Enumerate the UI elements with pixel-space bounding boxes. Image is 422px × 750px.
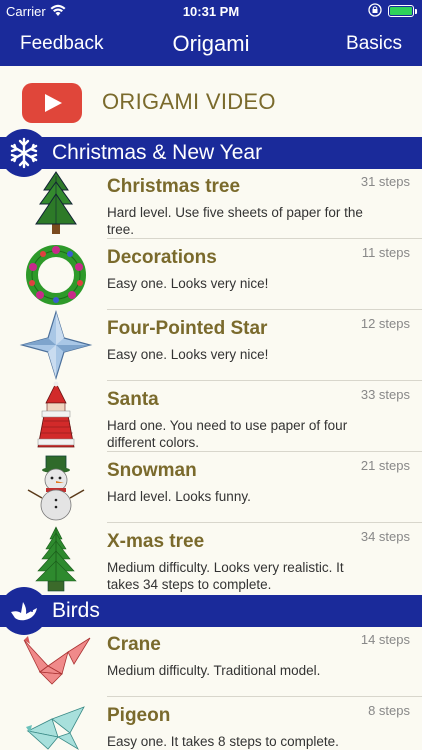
item-title: Christmas tree — [107, 176, 241, 197]
orientation-lock-icon — [368, 3, 382, 20]
origami-video-row[interactable]: ORIGAMI VIDEO — [0, 66, 422, 136]
x-mas-tree-thumbnail — [18, 523, 96, 594]
top-bar: Carrier 10:31 PM Feedback Origami Basics — [0, 0, 422, 66]
item-steps: 21 steps — [360, 458, 410, 473]
item-title: Snowman — [107, 460, 197, 481]
decorations-thumbnail — [18, 239, 96, 310]
battery-fill — [390, 7, 412, 15]
item-steps: 8 steps — [368, 703, 410, 718]
item-description: Hard level. Use five sheets of paper for… — [107, 205, 363, 237]
clock: 10:31 PM — [182, 4, 240, 19]
battery-icon — [388, 5, 417, 17]
item-steps: 31 steps — [360, 174, 410, 189]
item-description: Easy one. Looks very nice! — [107, 347, 269, 362]
pigeon-thumbnail — [18, 697, 96, 750]
section-title: Christmas & New Year — [52, 141, 263, 164]
item-steps: 14 steps — [360, 632, 410, 647]
item-description: Medium difficulty. Traditional model. — [107, 663, 321, 678]
list-item-pigeon[interactable]: Pigeon 8 steps Easy one. It takes 8 step… — [0, 697, 422, 750]
item-title: Pigeon — [107, 705, 171, 726]
list-item-x-mas-tree[interactable]: X-mas tree 34 steps Medium difficulty. L… — [0, 523, 422, 594]
item-steps: 33 steps — [360, 387, 410, 402]
list-item-decorations[interactable]: Decorations 11 steps Easy one. Looks ver… — [0, 239, 422, 310]
snowman-thumbnail — [18, 452, 96, 523]
item-steps: 11 steps — [361, 245, 410, 260]
item-title: Decorations — [107, 247, 217, 268]
christmas-tree-thumbnail — [18, 168, 96, 239]
item-description: Hard one. You need to use paper of four … — [107, 418, 348, 450]
youtube-play-icon — [22, 83, 82, 123]
item-title: Crane — [107, 634, 161, 655]
status-bar: Carrier 10:31 PM — [0, 0, 422, 22]
item-steps: 34 steps — [360, 529, 410, 544]
basics-button[interactable]: Basics — [346, 33, 402, 55]
item-title: Four-Pointed Star — [107, 318, 268, 339]
item-steps: 12 steps — [360, 316, 410, 331]
item-description: Easy one. It takes 8 steps to complete. — [107, 734, 339, 749]
navigation-bar: Feedback Origami Basics — [0, 22, 422, 66]
list-item-snowman[interactable]: Snowman 21 steps Hard level. Looks funny… — [0, 452, 422, 523]
star-thumbnail — [18, 309, 96, 381]
section-header-christmas: Christmas & New Year — [0, 129, 422, 177]
item-description: Medium difficulty. Looks very realistic.… — [107, 560, 344, 592]
item-description: Hard level. Looks funny. — [107, 489, 251, 504]
item-title: Santa — [107, 389, 159, 410]
list-item-crane[interactable]: Crane 14 steps Medium difficulty. Tradit… — [0, 626, 422, 697]
list-item-four-pointed-star[interactable]: Four-Pointed Star 12 steps Easy one. Loo… — [0, 309, 422, 381]
santa-thumbnail — [18, 381, 96, 452]
crane-thumbnail — [18, 626, 96, 697]
item-description: Easy one. Looks very nice! — [107, 276, 269, 291]
list-item-christmas-tree[interactable]: Christmas tree 31 steps Hard level. Use … — [0, 168, 422, 239]
item-title: X-mas tree — [107, 531, 205, 552]
list-item-santa[interactable]: Santa 33 steps Hard one. You need to use… — [0, 381, 422, 452]
section-header-birds: Birds — [0, 587, 422, 635]
origami-video-label: ORIGAMI VIDEO — [102, 89, 276, 114]
section-title: Birds — [52, 599, 100, 622]
